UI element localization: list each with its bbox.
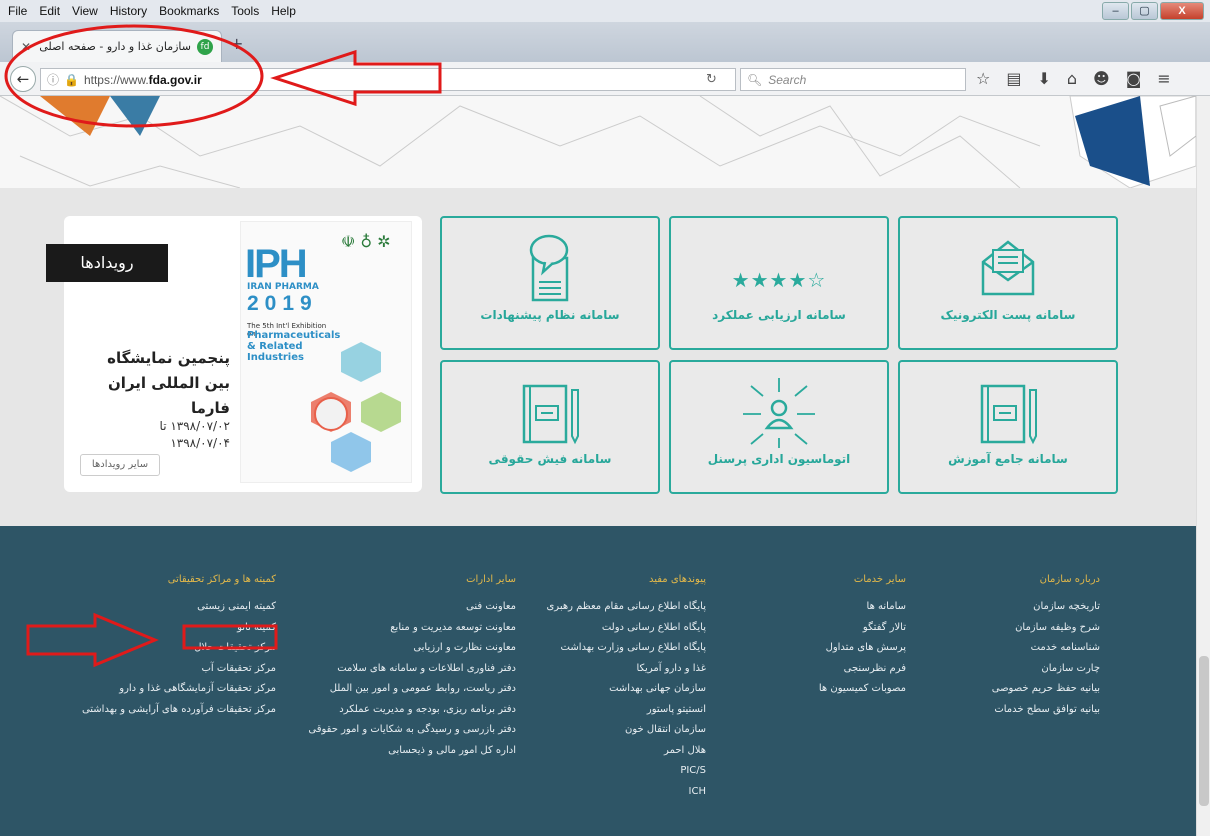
annotation-overlay [4, 24, 442, 668]
annotation-arrow-right [26, 612, 159, 668]
annotation-arrow-left [270, 49, 442, 107]
annotation-highlight-box [182, 624, 278, 650]
annotation-ellipse [4, 24, 264, 128]
